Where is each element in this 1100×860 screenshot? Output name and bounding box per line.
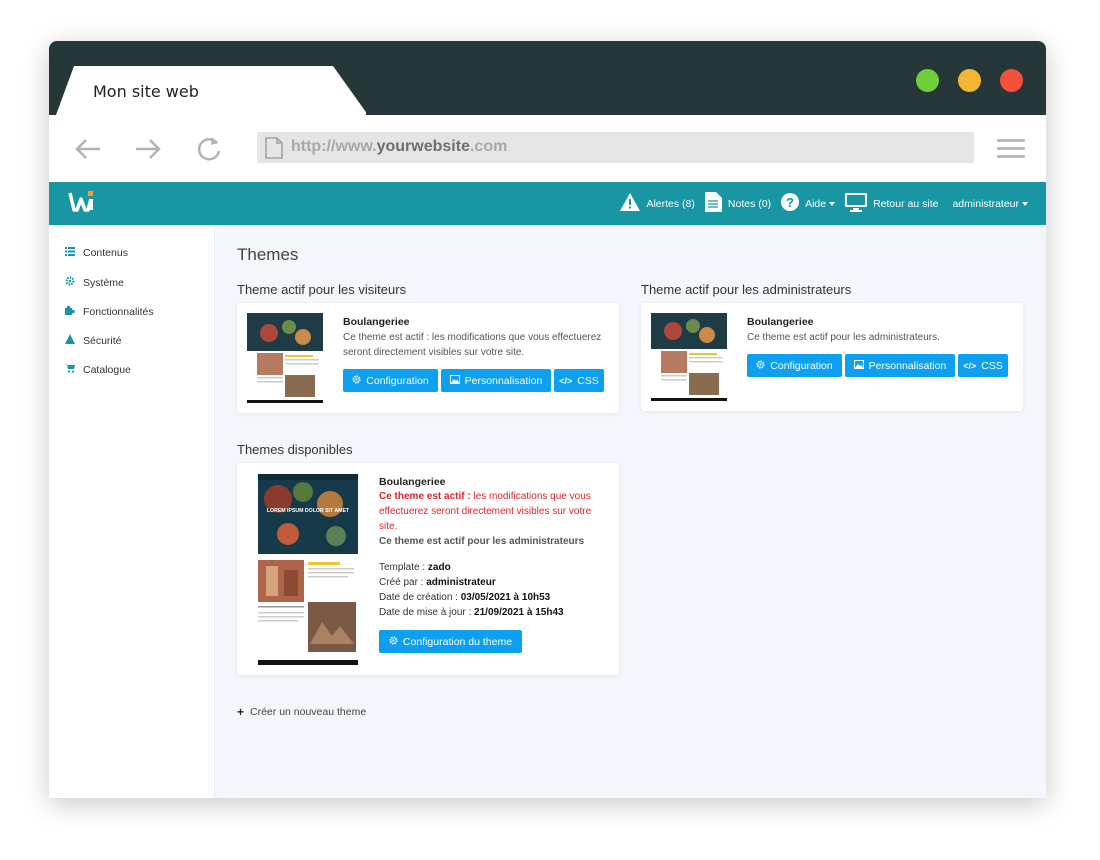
gear-icon bbox=[756, 359, 765, 372]
visitors-theme-heading: Theme actif pour les visiteurs bbox=[237, 282, 407, 297]
create-theme-label: Créer un nouveau theme bbox=[250, 706, 367, 718]
monitor-icon bbox=[845, 192, 868, 215]
theme-active-notice: Ce theme est actif : les modifications q… bbox=[379, 491, 592, 532]
css-label: CSS bbox=[577, 374, 599, 387]
configuration-label: Configuration bbox=[366, 374, 429, 387]
notes-label: Notes (0) bbox=[727, 197, 772, 210]
configuration-button[interactable]: Configuration bbox=[747, 354, 842, 377]
personnalisation-button[interactable]: Personnalisation bbox=[845, 354, 955, 377]
help-icon: ? bbox=[781, 193, 800, 214]
notes-link[interactable]: Notes (0) bbox=[704, 192, 772, 215]
back-to-site-link[interactable]: Retour au site bbox=[845, 192, 939, 215]
theme-admin-active-notice: Ce theme est actif pour les administrate… bbox=[379, 536, 585, 547]
theme-name: Boulangeriee bbox=[343, 316, 410, 328]
address-toolbar: http://www.yourwebsite.com bbox=[49, 115, 1046, 182]
forward-arrow-icon[interactable] bbox=[133, 134, 163, 164]
menu-icon[interactable] bbox=[997, 139, 1025, 159]
personnalisation-label: Personnalisation bbox=[868, 359, 947, 372]
maximize-button[interactable] bbox=[916, 69, 939, 92]
tab-title: Mon site web bbox=[93, 82, 199, 101]
user-dropdown[interactable]: administrateur bbox=[952, 198, 1028, 210]
browser-tab[interactable]: Mon site web bbox=[56, 66, 366, 115]
personnalisation-button[interactable]: Personnalisation bbox=[441, 369, 551, 392]
document-icon bbox=[704, 192, 722, 215]
template-info: Template : zado bbox=[379, 562, 451, 573]
back-arrow-icon[interactable] bbox=[73, 134, 103, 164]
theme-description: Ce theme est actif : les modifications q… bbox=[343, 332, 602, 358]
help-label: Aide bbox=[805, 197, 827, 210]
warning-icon bbox=[620, 193, 641, 214]
configuration-label: Configuration bbox=[770, 359, 833, 372]
warning-icon bbox=[65, 334, 75, 347]
minimize-button[interactable] bbox=[958, 69, 981, 92]
alerts-link[interactable]: Alertes (8) bbox=[620, 193, 695, 214]
thumbnail-headline: LOREM IPSUM DOLOR SIT AMET bbox=[267, 508, 350, 514]
browser-titlebar: Mon site web bbox=[49, 41, 1046, 115]
personnalisation-label: Personnalisation bbox=[464, 374, 543, 387]
created-date-info: Date de création : 03/05/2021 à 10h53 bbox=[379, 592, 551, 603]
admin-theme-card: Boulangeriee Ce theme est actif pour les… bbox=[641, 303, 1023, 411]
sidebar: Contenus Système Fonctionnalités Sécurit… bbox=[49, 225, 215, 798]
sidebar-item-label: Catalogue bbox=[83, 363, 131, 376]
theme-description: Ce theme est actif pour les administrate… bbox=[747, 332, 940, 343]
user-label: administrateur bbox=[952, 197, 1019, 210]
sidebar-item-label: Contenus bbox=[83, 247, 128, 259]
css-button[interactable]: </> CSS bbox=[554, 369, 604, 392]
sidebar-item-catalogue[interactable]: Catalogue bbox=[65, 363, 131, 376]
page-title: Themes bbox=[237, 245, 299, 264]
theme-thumbnail bbox=[247, 313, 323, 403]
alerts-label: Alertes (8) bbox=[646, 197, 695, 210]
url-text: http://www.yourwebsite.com bbox=[291, 138, 508, 155]
visitor-theme-card: Boulangeriee Ce theme est actif : les mo… bbox=[237, 303, 619, 413]
chevron-down-icon bbox=[829, 201, 836, 206]
gear-icon bbox=[389, 635, 398, 648]
available-themes-heading: Themes disponibles bbox=[237, 442, 353, 457]
theme-configuration-label: Configuration du theme bbox=[402, 635, 513, 648]
app-logo[interactable] bbox=[68, 189, 96, 220]
theme-thumbnail bbox=[651, 313, 727, 401]
code-icon: </> bbox=[559, 375, 573, 386]
css-label: CSS bbox=[981, 359, 1003, 372]
gear-icon bbox=[65, 276, 75, 289]
app-header: Alertes (8) Notes (0) ? Aide Retour au s… bbox=[49, 182, 1046, 225]
gear-icon bbox=[352, 374, 361, 387]
sidebar-item-systeme[interactable]: Système bbox=[65, 276, 124, 289]
sidebar-item-contenus[interactable]: Contenus bbox=[65, 247, 128, 259]
created-by-info: Créé par : administrateur bbox=[379, 577, 496, 588]
plus-icon: + bbox=[237, 705, 245, 719]
main-content: Themes Theme actif pour les visiteurs Th… bbox=[215, 225, 1046, 798]
available-theme-card: LOREM IPSUM DOLOR SIT AMET Boulangeriee … bbox=[237, 463, 619, 675]
svg-text:?: ? bbox=[786, 195, 794, 210]
theme-configuration-button[interactable]: Configuration du theme bbox=[379, 630, 522, 653]
url-bar[interactable]: http://www.yourwebsite.com bbox=[257, 132, 974, 163]
list-icon bbox=[65, 247, 75, 259]
back-to-site-label: Retour au site bbox=[873, 197, 939, 210]
browser-window: Mon site web http://www.yourwebsite.com bbox=[49, 41, 1046, 798]
page-icon bbox=[265, 137, 283, 164]
help-dropdown[interactable]: ? Aide bbox=[781, 193, 836, 214]
admins-theme-heading: Theme actif pour les administrateurs bbox=[641, 282, 852, 297]
code-icon: </> bbox=[963, 360, 977, 371]
cart-icon bbox=[65, 363, 75, 376]
css-button[interactable]: </> CSS bbox=[958, 354, 1008, 377]
sidebar-item-securite[interactable]: Sécurité bbox=[65, 334, 122, 347]
app-top-nav: Alertes (8) Notes (0) ? Aide Retour au s… bbox=[620, 182, 1028, 225]
sidebar-item-label: Système bbox=[83, 276, 124, 289]
sidebar-item-label: Sécurité bbox=[83, 334, 122, 347]
image-icon bbox=[449, 374, 460, 387]
puzzle-icon bbox=[65, 305, 75, 318]
image-icon bbox=[853, 359, 864, 372]
close-button[interactable] bbox=[1000, 69, 1023, 92]
theme-name: Boulangeriee bbox=[747, 316, 814, 328]
theme-thumbnail[interactable]: LOREM IPSUM DOLOR SIT AMET bbox=[258, 474, 358, 665]
reload-icon[interactable] bbox=[194, 134, 224, 164]
sidebar-item-fonctionnalites[interactable]: Fonctionnalités bbox=[65, 305, 154, 318]
updated-date-info: Date de mise à jour : 21/09/2021 à 15h43 bbox=[379, 607, 564, 618]
sidebar-item-label: Fonctionnalités bbox=[83, 305, 154, 318]
create-theme-link[interactable]: + Créer un nouveau theme bbox=[237, 705, 366, 719]
configuration-button[interactable]: Configuration bbox=[343, 369, 438, 392]
chevron-down-icon bbox=[1022, 201, 1028, 206]
theme-name: Boulangeriee bbox=[379, 476, 446, 488]
